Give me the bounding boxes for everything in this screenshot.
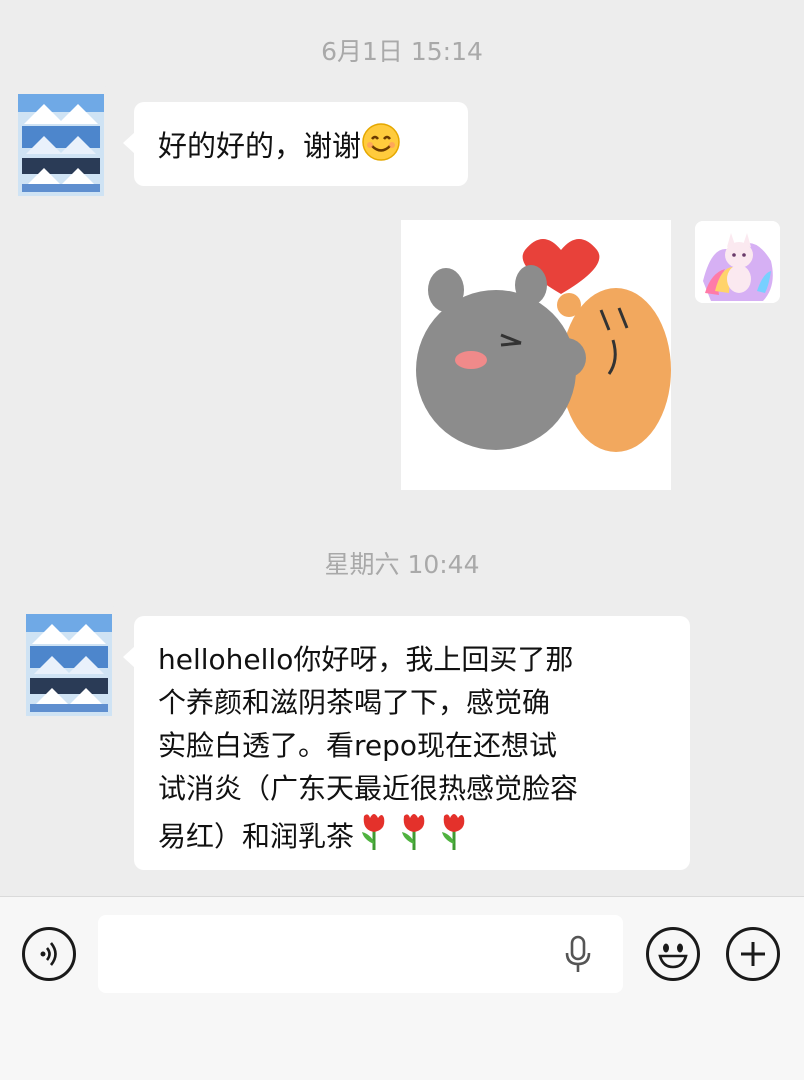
tulip-icon [434, 810, 474, 864]
plus-icon[interactable] [726, 927, 780, 981]
message-input[interactable] [112, 915, 556, 995]
message-line: hellohello你好呀，我上回买了那 [158, 643, 574, 676]
message-bubble[interactable]: hellohello你好呀，我上回买了那 个养颜和滋阴茶喝了下，感觉确 实脸白透… [123, 616, 690, 870]
message-input-box[interactable] [98, 915, 623, 995]
tulip-icon [394, 810, 434, 864]
emoji-icon[interactable] [646, 927, 700, 981]
input-bar [0, 896, 804, 1080]
message-line: 试消炎（广东天最近很热感觉脸容 [158, 772, 579, 805]
contact-avatar[interactable] [22, 604, 116, 722]
tulip-icon [354, 810, 394, 864]
voice-icon[interactable] [22, 927, 76, 981]
smiling-face-icon [361, 122, 401, 173]
message-line: 易红）和润乳茶 [158, 820, 355, 853]
timestamp: 6月1日 15:14 [321, 37, 483, 66]
contact-avatar[interactable] [14, 84, 108, 202]
self-avatar[interactable] [695, 221, 780, 303]
message-line: 个养颜和滋阴茶喝了下，感觉确 [158, 686, 551, 719]
mic-icon[interactable] [564, 935, 592, 979]
timestamp: 星期六 10:44 [324, 550, 480, 579]
message-text: 好的好的，谢谢 [158, 129, 362, 163]
message-line: 实脸白透了。看repo现在还想试 [158, 729, 558, 762]
chat-area[interactable]: 6月1日 15:14 好的好的，谢谢 星期六 10:44 hellohello你… [0, 0, 804, 896]
message-bubble[interactable]: 好的好的，谢谢 [123, 102, 468, 186]
message-line-last: 易红）和润乳茶 [158, 810, 666, 864]
sticker-image[interactable] [401, 220, 671, 490]
